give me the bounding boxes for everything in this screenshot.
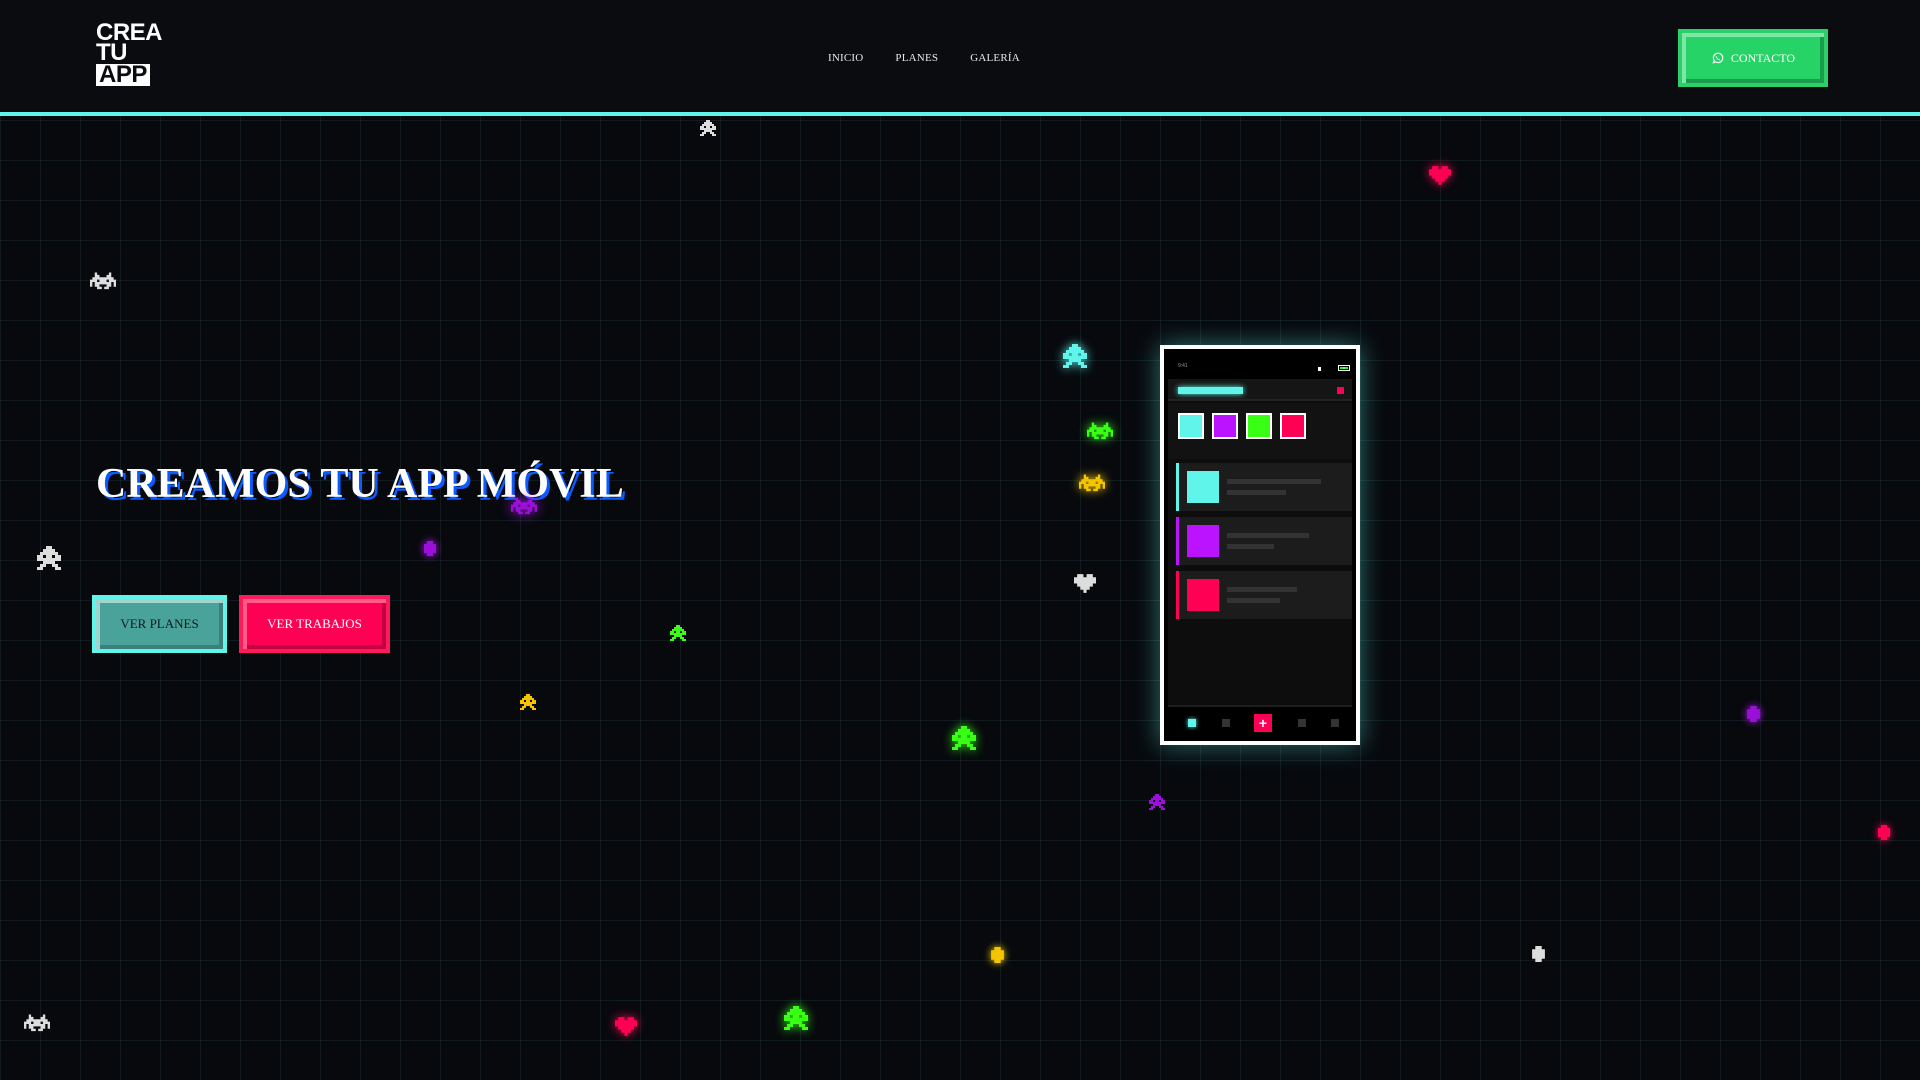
contact-button[interactable]: CONTACTO — [1678, 29, 1828, 87]
invader-icon — [24, 1014, 50, 1034]
ghost-icon — [670, 625, 686, 641]
ghost-icon — [37, 546, 61, 570]
phone-mockup: 9:41 + — [1160, 345, 1360, 745]
ghost-icon — [700, 120, 716, 136]
swatch-pink — [1280, 413, 1306, 439]
heart-icon — [1429, 166, 1451, 185]
main-nav: INICIO PLANES GALERÍA — [828, 52, 1020, 64]
contact-label: CONTACTO — [1730, 50, 1796, 65]
hero-title: CREAMOS TU APP MÓVIL — [96, 461, 624, 507]
phone-time: 9:41 — [1178, 363, 1188, 369]
invader-icon — [1087, 422, 1113, 442]
nav-galeria[interactable]: GALERÍA — [970, 52, 1020, 64]
tab-icon — [1222, 719, 1230, 727]
battery-icon — [1338, 365, 1350, 371]
plus-icon: + — [1254, 714, 1272, 732]
invader-icon — [1079, 474, 1105, 494]
invader-icon — [90, 272, 116, 292]
tab-icon — [1188, 719, 1196, 727]
dot-icon — [1746, 706, 1761, 722]
phone-tab-bar: + — [1168, 705, 1352, 737]
list-item — [1176, 463, 1352, 511]
logo[interactable]: CREA TU APP — [96, 21, 163, 87]
list-item — [1176, 517, 1352, 565]
swatch-green — [1246, 413, 1272, 439]
ghost-icon — [1063, 344, 1087, 368]
ghost-icon — [784, 1006, 808, 1030]
phone-status-bar: 9:41 — [1168, 353, 1352, 379]
heart-icon — [615, 1017, 637, 1036]
ghost-icon — [1149, 794, 1165, 810]
logo-line: TU — [96, 39, 128, 66]
swatch-purple — [1212, 413, 1238, 439]
ghost-icon — [520, 694, 536, 710]
whatsapp-icon — [1712, 52, 1724, 64]
phone-app-bar — [1168, 379, 1352, 401]
color-swatches — [1168, 403, 1352, 459]
signal-icon — [1318, 367, 1321, 371]
dot-icon — [1878, 825, 1890, 840]
invader-icon — [511, 497, 537, 517]
ver-planes-button[interactable]: VER PLANES — [92, 595, 227, 653]
heart-icon — [1074, 574, 1096, 593]
nav-inicio[interactable]: INICIO — [828, 52, 863, 64]
logo-line: APP — [96, 63, 150, 87]
dot-icon — [990, 947, 1005, 963]
tab-icon — [1298, 719, 1306, 727]
dot-icon — [424, 541, 436, 556]
tab-icon — [1331, 719, 1339, 727]
swatch-cyan — [1178, 413, 1204, 439]
list-item — [1176, 571, 1352, 619]
ver-trabajos-button[interactable]: VER TRABAJOS — [239, 595, 390, 653]
ghost-icon — [952, 726, 976, 750]
site-header: CREA TU APP INICIO PLANES GALERÍA CONTAC… — [0, 0, 1920, 116]
dot-icon — [1532, 946, 1545, 962]
nav-planes[interactable]: PLANES — [895, 52, 938, 64]
